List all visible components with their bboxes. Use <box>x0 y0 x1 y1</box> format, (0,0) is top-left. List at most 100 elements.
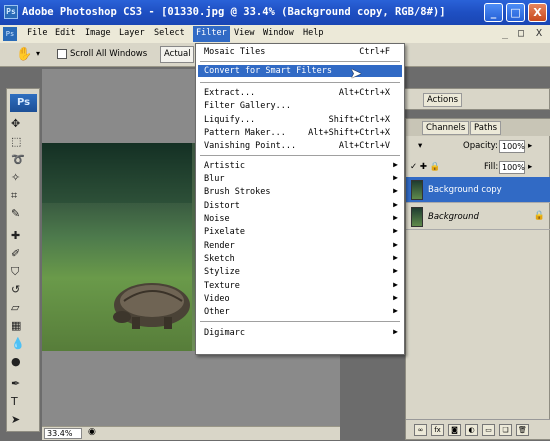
doc-restore-button[interactable]: □ <box>518 28 524 39</box>
layer-row[interactable]: Background copy <box>406 177 550 203</box>
submenu-arrow-icon: ▶ <box>393 293 398 302</box>
filter-item-noise[interactable]: Noise ▶ <box>198 213 402 225</box>
filter-item-sketch[interactable]: Sketch ▶ <box>198 253 402 265</box>
photoshop-app-icon[interactable]: Ps <box>4 5 18 19</box>
opacity-input[interactable]: 100% <box>499 140 525 153</box>
actual-pixels-button[interactable]: Actual <box>160 46 194 63</box>
delete-layer-icon[interactable]: 🗑 <box>516 424 529 436</box>
lock-options-icon[interactable]: ✓ ✚ 🔒 <box>410 162 440 172</box>
filter-item-distort[interactable]: Distort ▶ <box>198 200 402 212</box>
layers-panel: Channels Paths ▾ Opacity: 100% ▸ ✓ ✚ 🔒 F… <box>405 118 550 440</box>
fill-chevron-icon[interactable]: ▸ <box>528 162 532 172</box>
layer-row[interactable]: Background 🔒 <box>406 204 550 230</box>
opacity-row: ▾ Opacity: 100% ▸ <box>406 137 550 157</box>
eraser-tool-icon[interactable]: ▱ <box>11 301 35 315</box>
gradient-tool-icon[interactable]: ▦ <box>11 319 35 333</box>
link-layers-icon[interactable]: ∞ <box>414 424 427 436</box>
type-tool-icon[interactable]: T <box>11 395 35 409</box>
clone-stamp-tool-icon[interactable]: ⛉ <box>11 265 35 279</box>
blend-mode-chevron-icon[interactable]: ▾ <box>418 141 422 151</box>
fill-row: ✓ ✚ 🔒 Fill: 100% ▸ <box>406 158 550 178</box>
filter-item-mosaic-tiles[interactable]: Mosaic Tiles Ctrl+F <box>198 46 402 58</box>
filter-item-filter-gallery[interactable]: Filter Gallery... <box>198 100 402 112</box>
layer-name: Background copy <box>428 185 502 195</box>
menu-bar: Ps File Edit Image Layer Select Filter V… <box>0 25 550 43</box>
filter-item-blur[interactable]: Blur ▶ <box>198 173 402 185</box>
crop-tool-icon[interactable]: ⌗ <box>11 189 35 203</box>
filter-item-texture[interactable]: Texture ▶ <box>198 280 402 292</box>
filter-item-pixelate[interactable]: Pixelate ▶ <box>198 226 402 238</box>
menu-window[interactable]: Window <box>263 28 294 38</box>
opacity-label: Opacity: <box>463 141 498 151</box>
layer-style-icon[interactable]: fx <box>431 424 444 436</box>
tab-paths[interactable]: Paths <box>470 121 502 135</box>
opacity-chevron-icon[interactable]: ▸ <box>528 141 532 151</box>
adjustment-layer-icon[interactable]: ◐ <box>465 424 478 436</box>
doc-minimize-button[interactable]: _ <box>502 28 508 39</box>
fill-label: Fill: <box>484 162 499 172</box>
filter-item-brush-strokes[interactable]: Brush Strokes ▶ <box>198 186 402 198</box>
submenu-arrow-icon: ▶ <box>393 160 398 169</box>
minimize-button[interactable]: _ <box>484 3 503 22</box>
pen-tool-icon[interactable]: ✒ <box>11 377 35 391</box>
dodge-tool-icon[interactable]: ● <box>11 355 35 369</box>
status-bar: 33.4% ◉ <box>42 426 340 440</box>
title-bar: Ps Adobe Photoshop CS3 - [01330.jpg @ 33… <box>0 0 550 25</box>
menu-filter[interactable]: Filter <box>193 26 230 42</box>
status-menu-icon[interactable]: ◉ <box>88 427 96 437</box>
menu-separator <box>200 321 400 322</box>
menu-image[interactable]: Image <box>85 28 111 38</box>
new-layer-icon[interactable]: ❏ <box>499 424 512 436</box>
zoom-field[interactable]: 33.4% <box>44 428 82 439</box>
image-canvas[interactable] <box>42 143 192 351</box>
filter-item-video[interactable]: Video ▶ <box>198 293 402 305</box>
document-icon[interactable]: Ps <box>3 27 17 41</box>
submenu-arrow-icon: ▶ <box>393 226 398 235</box>
tool-preset-chevron-icon[interactable]: ▾ <box>36 49 40 58</box>
toolbox: Ps ✥ ⬚ ➰ ✧ ⌗ ✎ ✚ ✐ ⛉ ↺ ▱ ▦ 💧 ● ✒ T ➤ <box>6 88 40 432</box>
filter-item-digimarc[interactable]: Digimarc ▶ <box>198 327 402 339</box>
menu-select[interactable]: Select <box>154 28 185 38</box>
layer-mask-icon[interactable]: ◙ <box>448 424 461 436</box>
filter-item-stylize[interactable]: Stylize ▶ <box>198 266 402 278</box>
healing-brush-tool-icon[interactable]: ✚ <box>11 229 35 243</box>
tab-channels[interactable]: Channels <box>422 121 470 135</box>
layer-thumbnail <box>411 207 423 227</box>
menu-separator <box>200 61 400 62</box>
menu-help[interactable]: Help <box>303 28 323 38</box>
magic-wand-tool-icon[interactable]: ✧ <box>11 171 35 185</box>
fill-input[interactable]: 100% <box>499 161 525 174</box>
filter-item-liquify[interactable]: Liquify... Shift+Ctrl+X <box>198 114 402 126</box>
move-tool-icon[interactable]: ✥ <box>11 117 35 131</box>
blur-tool-icon[interactable]: 💧 <box>11 337 35 351</box>
layer-name: Background <box>428 212 479 222</box>
submenu-arrow-icon: ▶ <box>393 173 398 182</box>
filter-item-other[interactable]: Other ▶ <box>198 306 402 318</box>
maximize-button[interactable]: □ <box>506 3 525 22</box>
submenu-arrow-icon: ▶ <box>393 186 398 195</box>
new-group-icon[interactable]: ▭ <box>482 424 495 436</box>
menu-edit[interactable]: Edit <box>55 28 75 38</box>
menu-file[interactable]: File <box>27 28 47 38</box>
history-brush-tool-icon[interactable]: ↺ <box>11 283 35 297</box>
filter-item-pattern-maker[interactable]: Pattern Maker... Alt+Shift+Ctrl+X <box>198 127 402 139</box>
filter-item-artistic[interactable]: Artistic ▶ <box>198 160 402 172</box>
filter-item-vanishing-point[interactable]: Vanishing Point... Alt+Ctrl+V <box>198 140 402 152</box>
menu-view[interactable]: View <box>234 28 254 38</box>
submenu-arrow-icon: ▶ <box>393 266 398 275</box>
menu-separator <box>200 155 400 156</box>
scroll-all-windows-checkbox[interactable] <box>57 49 67 59</box>
brush-tool-icon[interactable]: ✐ <box>11 247 35 261</box>
menu-layer[interactable]: Layer <box>119 28 145 38</box>
doc-close-button[interactable]: X <box>536 28 542 39</box>
filter-item-render[interactable]: Render ▶ <box>198 240 402 252</box>
hand-tool-icon[interactable]: ✋ <box>16 47 32 62</box>
path-selection-tool-icon[interactable]: ➤ <box>11 413 35 427</box>
eyedropper-tool-icon[interactable]: ✎ <box>11 207 35 221</box>
filter-item-convert-smart-filters[interactable]: Convert for Smart Filters <box>198 65 402 77</box>
tab-actions[interactable]: Actions <box>423 93 463 107</box>
marquee-tool-icon[interactable]: ⬚ <box>11 135 35 149</box>
filter-item-extract[interactable]: Extract... Alt+Ctrl+X <box>198 87 402 99</box>
lasso-tool-icon[interactable]: ➰ <box>11 153 35 167</box>
close-button[interactable]: X <box>528 3 547 22</box>
